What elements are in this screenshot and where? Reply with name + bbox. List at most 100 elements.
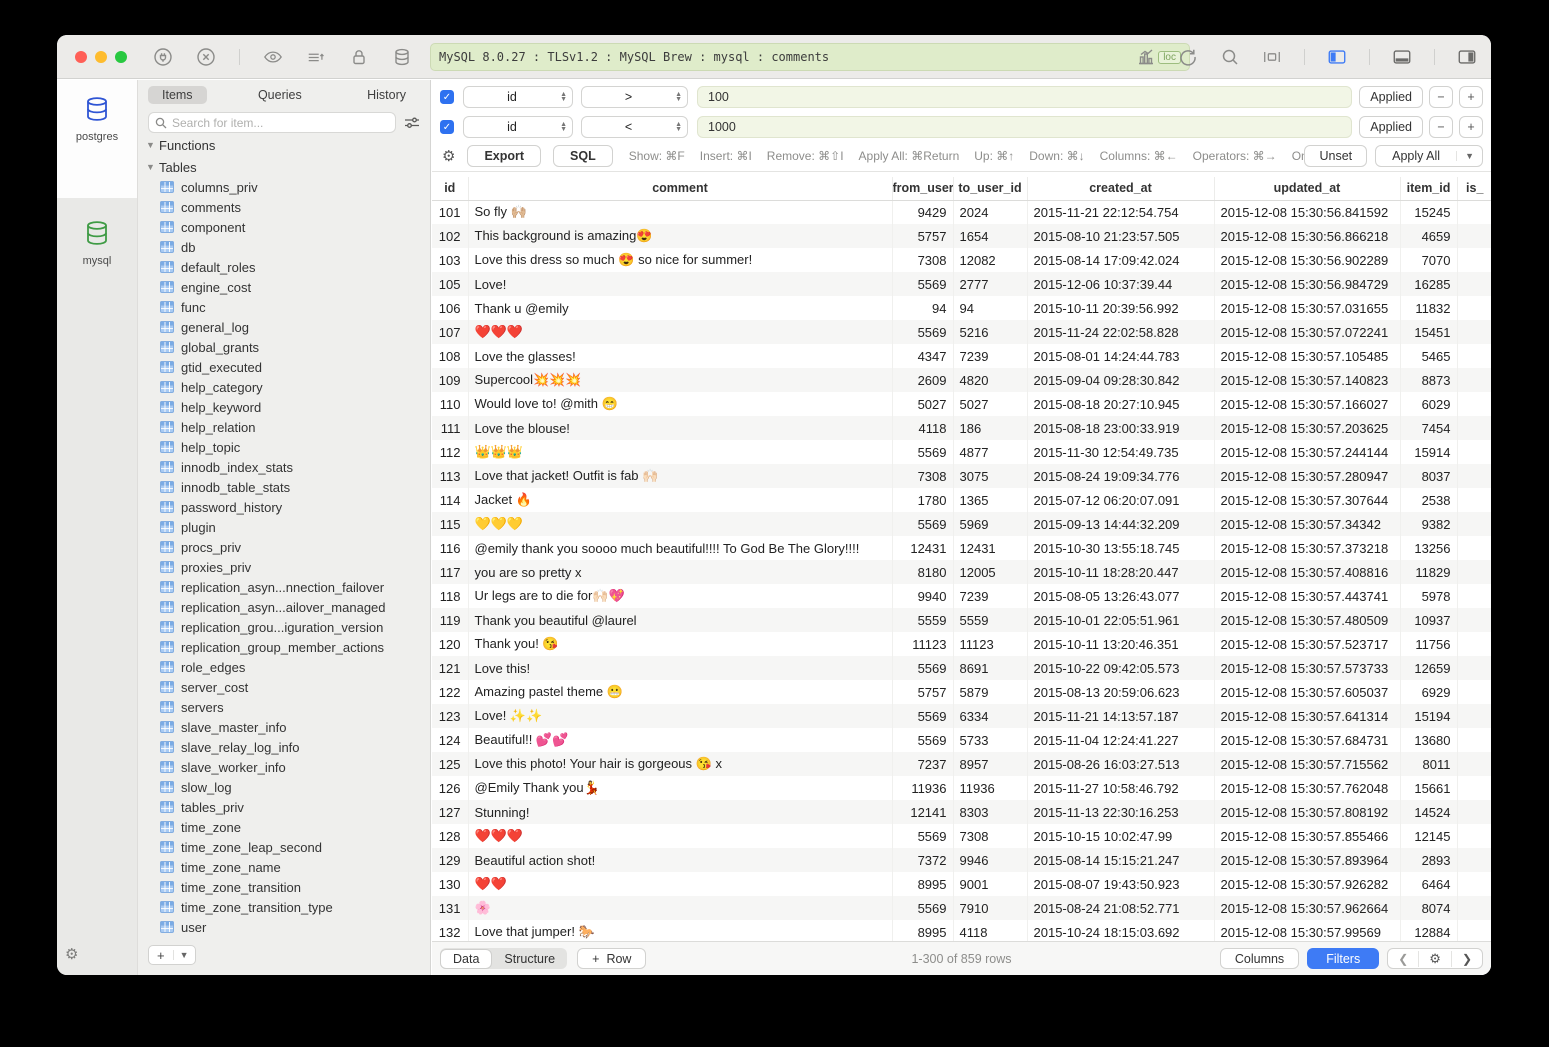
table-cell[interactable]: 7910	[953, 896, 1027, 920]
filter-field-select[interactable]: id ▲▼	[463, 116, 573, 138]
table-cell[interactable]	[1457, 584, 1491, 608]
table-cell[interactable]: 2015-08-18 23:00:33.919	[1027, 416, 1214, 440]
table-cell[interactable]: 2015-12-08 15:30:56.866218	[1214, 224, 1400, 248]
table-cell[interactable]	[1457, 272, 1491, 296]
column-header[interactable]: to_user_id	[953, 177, 1027, 200]
table-cell[interactable]: Love! ✨✨	[468, 704, 892, 728]
filter-remove-button[interactable]: −	[1429, 86, 1453, 108]
table-cell[interactable]	[1457, 488, 1491, 512]
table-row[interactable]: 105Love!556927772015-12-06 10:37:39.4420…	[432, 272, 1491, 296]
table-cell[interactable]: 6929	[1400, 680, 1457, 704]
table-cell[interactable]: 11756	[1400, 632, 1457, 656]
table-cell[interactable]: 7372	[892, 848, 953, 872]
table-cell[interactable]: 2015-12-08 15:30:57.34342	[1214, 512, 1400, 536]
table-cell[interactable]: 12005	[953, 560, 1027, 584]
table-cell[interactable]: 8957	[953, 752, 1027, 776]
table-cell[interactable]: 4659	[1400, 224, 1457, 248]
sidebar-table-item[interactable]: innodb_table_stats	[138, 477, 430, 497]
table-cell[interactable]: 8995	[892, 872, 953, 896]
table-cell[interactable]: 2015-07-12 06:20:07.091	[1027, 488, 1214, 512]
table-cell[interactable]: 94	[892, 296, 953, 320]
filter-enabled-checkbox[interactable]: ✓	[440, 90, 454, 104]
table-cell[interactable]: 9382	[1400, 512, 1457, 536]
settings-gear-icon[interactable]: ⚙	[65, 945, 78, 963]
table-cell[interactable]	[1457, 680, 1491, 704]
table-cell[interactable]: 130	[432, 872, 468, 896]
table-cell[interactable]: 5027	[892, 392, 953, 416]
table-cell[interactable]: 7237	[892, 752, 953, 776]
table-cell[interactable]: 2015-12-08 15:30:56.841592	[1214, 200, 1400, 224]
sidebar-table-item[interactable]: time_zone_name	[138, 857, 430, 877]
table-cell[interactable]: 2015-10-01 22:05:51.961	[1027, 608, 1214, 632]
sidebar-table-item[interactable]: replication_grou...iguration_version	[138, 617, 430, 637]
table-cell[interactable]: 105	[432, 272, 468, 296]
table-cell[interactable]: 2538	[1400, 488, 1457, 512]
table-cell[interactable]: 124	[432, 728, 468, 752]
table-row[interactable]: 107❤️❤️❤️556952162015-11-24 22:02:58.828…	[432, 320, 1491, 344]
table-cell[interactable]: 12431	[953, 536, 1027, 560]
table-cell[interactable]: 4118	[953, 920, 1027, 941]
table-cell[interactable]: 5027	[953, 392, 1027, 416]
table-cell[interactable]: 1780	[892, 488, 953, 512]
table-cell[interactable]: 10937	[1400, 608, 1457, 632]
table-cell[interactable]: 115	[432, 512, 468, 536]
previous-page-icon[interactable]: ❮	[1388, 952, 1418, 966]
table-cell[interactable]	[1457, 320, 1491, 344]
table-cell[interactable]: 109	[432, 368, 468, 392]
chart-icon[interactable]	[1136, 47, 1156, 67]
table-cell[interactable]: 2015-08-13 20:59:06.623	[1027, 680, 1214, 704]
filter-add-button[interactable]: +	[1459, 116, 1483, 138]
page-settings-gear-icon[interactable]: ⚙	[1418, 951, 1452, 967]
table-cell[interactable]: 120	[432, 632, 468, 656]
table-cell[interactable]: 118	[432, 584, 468, 608]
table-cell[interactable]: 2015-12-08 15:30:57.605037	[1214, 680, 1400, 704]
tab-data[interactable]: Data	[440, 949, 492, 969]
sidebar-table-item[interactable]: engine_cost	[138, 277, 430, 297]
table-cell[interactable]: 1654	[953, 224, 1027, 248]
sidebar-table-item[interactable]: default_roles	[138, 257, 430, 277]
table-cell[interactable]	[1457, 656, 1491, 680]
sidebar-table-item[interactable]: replication_asyn...nnection_failover	[138, 577, 430, 597]
sidebar-table-item[interactable]: time_zone_leap_second	[138, 837, 430, 857]
table-cell[interactable]: 5569	[892, 272, 953, 296]
table-cell[interactable]: 122	[432, 680, 468, 704]
sidebar-table-item[interactable]: general_log	[138, 317, 430, 337]
table-row[interactable]: 122Amazing pastel theme 😬575758792015-08…	[432, 680, 1491, 704]
table-cell[interactable]: 2015-12-08 15:30:57.855466	[1214, 824, 1400, 848]
table-cell[interactable]: 8691	[953, 656, 1027, 680]
table-cell[interactable]: 2015-11-04 12:24:41.227	[1027, 728, 1214, 752]
table-row[interactable]: 112👑👑👑556948772015-11-30 12:54:49.735201…	[432, 440, 1491, 464]
sidebar-table-item[interactable]: role_edges	[138, 657, 430, 677]
table-row[interactable]: 119Thank you beautiful @laurel5559555920…	[432, 608, 1491, 632]
filter-operator-select[interactable]: < ▲▼	[581, 116, 688, 138]
sidebar-table-item[interactable]: replication_group_member_actions	[138, 637, 430, 657]
table-cell[interactable]: 2015-12-08 15:30:57.105485	[1214, 344, 1400, 368]
table-cell[interactable]: @emily thank you soooo much beautiful!!!…	[468, 536, 892, 560]
table-cell[interactable]: 2015-08-24 21:08:52.771	[1027, 896, 1214, 920]
table-cell[interactable]: 2015-12-08 15:30:57.443741	[1214, 584, 1400, 608]
sidebar-table-item[interactable]: slow_log	[138, 777, 430, 797]
table-cell[interactable]: 2015-11-21 22:12:54.754	[1027, 200, 1214, 224]
table-cell[interactable]: 2015-12-08 15:30:57.408816	[1214, 560, 1400, 584]
table-cell[interactable]: 12141	[892, 800, 953, 824]
eye-icon[interactable]	[263, 47, 283, 67]
table-cell[interactable]: 4820	[953, 368, 1027, 392]
add-row-button[interactable]: + Row	[577, 948, 646, 969]
filter-operator-select[interactable]: > ▲▼	[581, 86, 688, 108]
table-cell[interactable]: 2015-12-08 15:30:57.926282	[1214, 872, 1400, 896]
table-cell[interactable]: 5559	[953, 608, 1027, 632]
sidebar-table-item[interactable]: slave_worker_info	[138, 757, 430, 777]
filters-button[interactable]: Filters	[1307, 948, 1379, 969]
table-cell[interactable]: 12431	[892, 536, 953, 560]
table-cell[interactable]	[1457, 728, 1491, 752]
table-cell[interactable]: 2015-09-13 14:44:32.209	[1027, 512, 1214, 536]
table-cell[interactable]	[1457, 536, 1491, 560]
table-row[interactable]: 128❤️❤️❤️556973082015-10-15 10:02:47.992…	[432, 824, 1491, 848]
table-cell[interactable]: Love that jacket! Outfit is fab 🙌🏻	[468, 464, 892, 488]
filter-settings-gear-icon[interactable]: ⚙	[442, 147, 455, 165]
section-functions[interactable]: ▼ Functions	[138, 135, 430, 155]
connection-plug-icon[interactable]	[153, 47, 173, 67]
table-cell[interactable]: 2015-08-14 15:15:21.247	[1027, 848, 1214, 872]
table-cell[interactable]	[1457, 368, 1491, 392]
sidebar-table-item[interactable]: tables_priv	[138, 797, 430, 817]
